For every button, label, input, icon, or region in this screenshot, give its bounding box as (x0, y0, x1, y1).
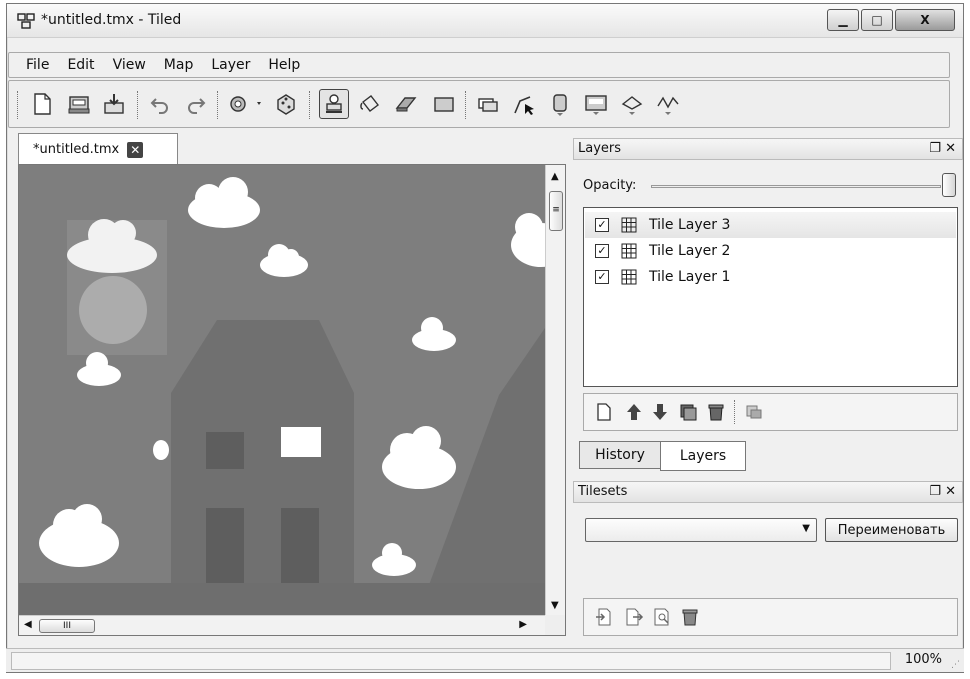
scroll-left-icon[interactable]: ◀ (24, 619, 32, 630)
maximize-button[interactable]: □ (861, 9, 893, 31)
panel-controls: ❐ ✕ (929, 139, 956, 159)
insert-rectangle-icon[interactable] (545, 89, 575, 119)
layers-toolbar (583, 393, 958, 431)
close-panel-icon[interactable]: ✕ (945, 484, 956, 499)
save-icon[interactable] (99, 89, 129, 119)
toolbar-separator (465, 91, 466, 119)
main-toolbar (8, 80, 950, 128)
close-tab-icon[interactable]: ✕ (127, 141, 144, 158)
random-icon[interactable] (271, 89, 301, 119)
opacity-label: Opacity: (583, 178, 637, 193)
tileset-select[interactable]: ▼ (585, 518, 817, 542)
add-layer-icon[interactable] (592, 400, 616, 424)
tab-label: *untitled.tmx (33, 142, 120, 157)
toolbar-separator (217, 91, 218, 119)
horizontal-scroll-thumb[interactable]: III (39, 619, 95, 633)
menu-file[interactable]: File (17, 57, 58, 73)
stamp-brush-icon[interactable] (319, 89, 349, 119)
map-canvas[interactable] (19, 165, 547, 617)
layers-list: ✓ Tile Layer 3 ✓ Tile Layer 2 ✓ Tile Lay… (583, 207, 958, 387)
menu-map[interactable]: Map (155, 57, 203, 73)
layer-visibility-checkbox[interactable]: ✓ (595, 270, 609, 284)
import-tileset-icon[interactable] (592, 605, 616, 629)
layer-visibility-checkbox[interactable]: ✓ (595, 244, 609, 258)
duplicate-layer-icon[interactable] (676, 400, 700, 424)
tab-layers[interactable]: Layers (660, 441, 746, 471)
layer-row[interactable]: ✓ Tile Layer 1 (585, 264, 956, 290)
menu-edit[interactable]: Edit (58, 57, 103, 73)
status-message-field (11, 652, 891, 670)
tab-history[interactable]: History (579, 441, 661, 469)
layer-properties-icon[interactable] (742, 400, 766, 424)
close-panel-icon[interactable]: ✕ (945, 141, 956, 156)
vertical-scrollbar[interactable]: ▲ ≡ ▼ (545, 165, 565, 617)
commands-icon[interactable] (225, 89, 269, 119)
float-panel-icon[interactable]: ❐ (929, 484, 941, 499)
edit-polygons-icon[interactable] (509, 89, 539, 119)
menu-help[interactable]: Help (259, 57, 309, 73)
export-tileset-icon[interactable] (622, 605, 646, 629)
scroll-right-icon[interactable]: ▶ (519, 619, 527, 630)
tab-untitled-tmx[interactable]: *untitled.tmx ✕ (18, 133, 178, 165)
delete-layer-icon[interactable] (704, 400, 728, 424)
bucket-fill-icon[interactable] (355, 89, 385, 119)
scroll-corner (545, 615, 565, 635)
tilesets-panel-header: Tilesets ❐ ✕ (573, 481, 963, 503)
move-layer-up-icon[interactable] (622, 400, 646, 424)
layer-row[interactable]: ✓ Tile Layer 2 (585, 238, 956, 264)
move-layer-down-icon[interactable] (648, 400, 672, 424)
redo-icon[interactable] (181, 89, 211, 119)
resize-grip-icon[interactable]: ⋰ (951, 660, 960, 670)
tilesets-panel-title: Tilesets (578, 484, 628, 499)
window-controls: ▁ □ X (827, 9, 955, 31)
status-bar: 100% ⋰ (6, 648, 964, 672)
layer-name: Tile Layer 1 (649, 269, 731, 285)
scroll-up-icon[interactable]: ▲ (551, 171, 559, 182)
vertical-scroll-thumb[interactable]: ≡ (549, 191, 563, 231)
float-panel-icon[interactable]: ❐ (929, 141, 941, 156)
layer-name: Tile Layer 3 (649, 217, 731, 233)
tileset-properties-icon[interactable] (650, 605, 674, 629)
panel-controls: ❐ ✕ (929, 482, 956, 502)
insert-image-icon[interactable] (581, 89, 611, 119)
layers-panel-header: Layers ❐ ✕ (573, 138, 963, 160)
title-bar: *untitled.tmx - Tiled ▁ □ X (7, 4, 963, 38)
layer-visibility-checkbox[interactable]: ✓ (595, 218, 609, 232)
horizontal-scrollbar[interactable]: ◀ III ▶ (19, 615, 547, 635)
layer-row[interactable]: ✓ Tile Layer 3 (585, 212, 956, 238)
eraser-icon[interactable] (391, 89, 421, 119)
rectangle-select-icon[interactable] (429, 89, 459, 119)
layer-name: Tile Layer 2 (649, 243, 731, 259)
menu-bar: File Edit View Map Layer Help (8, 52, 950, 78)
chevron-down-icon[interactable]: ▼ (802, 523, 810, 534)
menu-layer[interactable]: Layer (202, 57, 259, 73)
delete-tileset-icon[interactable] (678, 605, 702, 629)
close-button[interactable]: X (895, 9, 955, 31)
tile-layer-icon (621, 217, 637, 233)
window-title: *untitled.tmx - Tiled (41, 12, 182, 28)
toolbar-separator (17, 91, 18, 119)
tilesets-toolbar (583, 598, 958, 636)
open-icon[interactable] (64, 89, 94, 119)
minimize-button[interactable]: ▁ (827, 9, 859, 31)
zoom-level: 100% (904, 652, 942, 667)
insert-polyline-icon[interactable] (653, 89, 683, 119)
scroll-down-icon[interactable]: ▼ (551, 600, 559, 611)
tile-layer-icon (621, 269, 637, 285)
map-view[interactable]: ▲ ≡ ▼ ◀ III ▶ (18, 164, 566, 636)
layers-panel-title: Layers (578, 141, 622, 156)
opacity-slider[interactable] (651, 185, 941, 188)
tiled-app-icon (17, 13, 35, 29)
tile-layer-icon (621, 243, 637, 259)
insert-polygon-icon[interactable] (617, 89, 647, 119)
toolbar-separator (137, 91, 138, 119)
new-icon[interactable] (27, 89, 57, 119)
opacity-slider-handle[interactable] (942, 173, 956, 197)
toolbar-separator (309, 91, 310, 119)
toolbar-separator (734, 400, 735, 424)
select-objects-icon[interactable] (473, 89, 503, 119)
menu-view[interactable]: View (104, 57, 155, 73)
rename-button[interactable]: Переименовать (825, 518, 958, 542)
undo-icon[interactable] (145, 89, 175, 119)
